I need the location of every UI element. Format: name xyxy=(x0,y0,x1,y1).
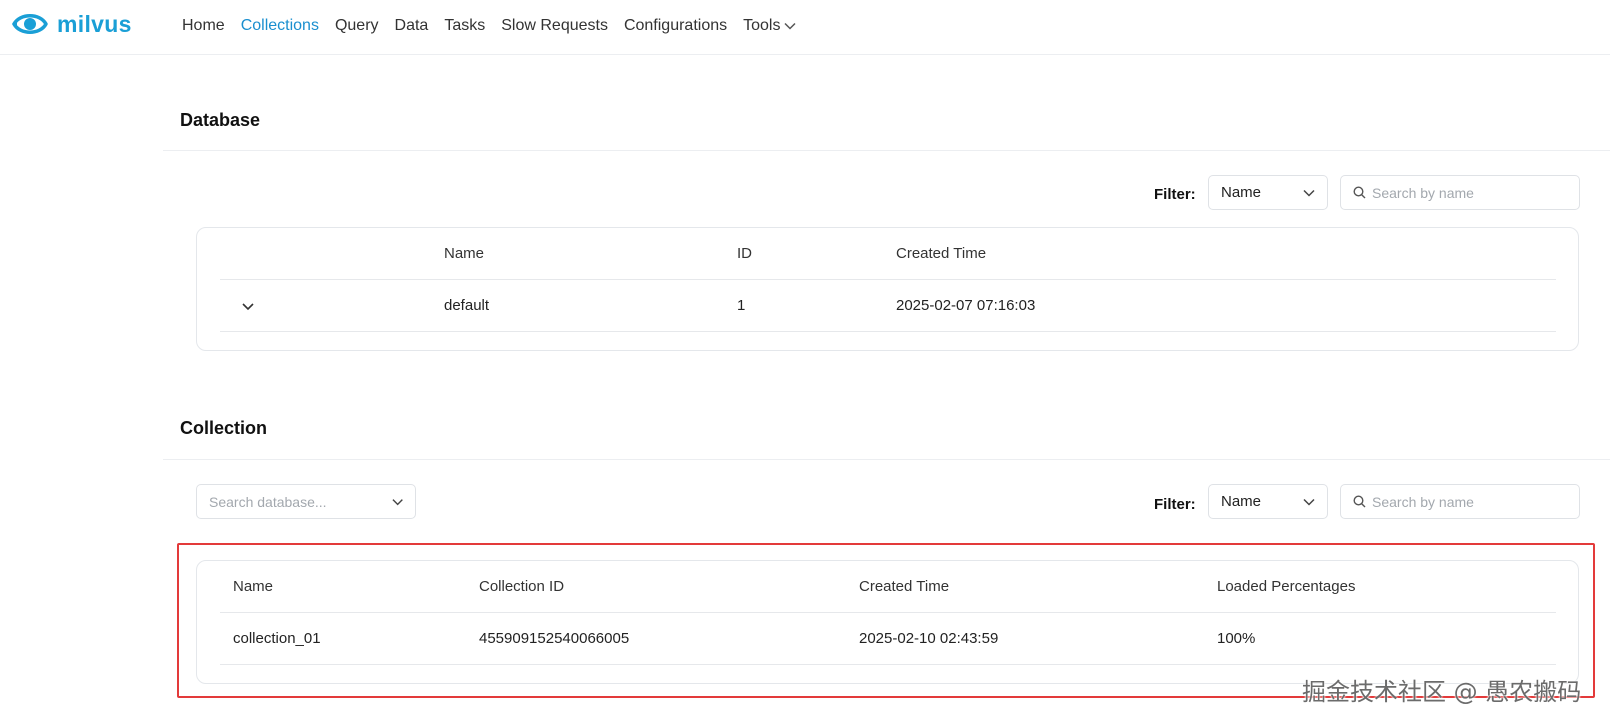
collection-table: Name Collection ID Created Time Loaded P… xyxy=(220,561,1556,665)
column-header-name: Name xyxy=(233,578,274,595)
chevron-down-icon[interactable] xyxy=(240,298,256,314)
collection-title: Collection xyxy=(180,418,268,438)
milvus-logo[interactable]: milvus xyxy=(11,7,132,41)
collection-search[interactable] xyxy=(1340,484,1580,519)
database-id: 1 xyxy=(737,297,746,314)
database-filter-value: Name xyxy=(1221,184,1262,201)
database-filter-label: Filter: xyxy=(1154,186,1196,203)
table-header-row: Name Collection ID Created Time Loaded P… xyxy=(220,561,1556,613)
collection-id: 455909152540066005 xyxy=(479,630,630,647)
collection-filter-value: Name xyxy=(1221,493,1262,510)
top-navigation: milvus Home Collections Query Data Tasks… xyxy=(0,0,1610,55)
database-filter-select[interactable]: Name xyxy=(1208,175,1328,210)
table-header-row: Name ID Created Time xyxy=(220,228,1556,280)
milvus-eye-icon xyxy=(12,14,48,34)
brand-name: milvus xyxy=(57,10,132,37)
chevron-down-icon xyxy=(784,22,797,30)
nav-slow-requests[interactable]: Slow Requests xyxy=(501,17,608,35)
database-created-time: 2025-02-07 07:16:03 xyxy=(896,297,1036,314)
chevron-down-icon xyxy=(1303,498,1315,506)
column-header-created-time: Created Time xyxy=(896,245,987,262)
collection-loaded-percentage: 100% xyxy=(1217,630,1256,647)
nav-tools-label: Tools xyxy=(743,17,781,34)
database-search[interactable] xyxy=(1340,175,1580,210)
nav-configurations[interactable]: Configurations xyxy=(624,17,727,35)
column-header-created-time: Created Time xyxy=(859,578,950,595)
collection-filter-label: Filter: xyxy=(1154,496,1196,513)
database-name: default xyxy=(444,297,490,314)
chevron-down-icon xyxy=(392,498,403,505)
column-header-loaded-percentages: Loaded Percentages xyxy=(1217,578,1356,595)
nav-home[interactable]: Home xyxy=(182,17,225,35)
table-row[interactable]: default 1 2025-02-07 07:16:03 xyxy=(220,280,1556,332)
watermark: 掘金技术社区 @ 愚农搬码 xyxy=(1302,678,1582,706)
collection-filter-select[interactable]: Name xyxy=(1208,484,1328,519)
nav-collections[interactable]: Collections xyxy=(241,17,319,35)
database-divider xyxy=(163,150,1610,151)
database-search-input[interactable] xyxy=(1372,184,1567,201)
chevron-down-icon xyxy=(1303,189,1315,197)
nav-data[interactable]: Data xyxy=(395,17,429,35)
database-select-input[interactable] xyxy=(209,493,392,510)
collection-name[interactable]: collection_01 xyxy=(233,613,321,665)
column-header-name: Name xyxy=(444,245,485,262)
nav-links: Home Collections Query Data Tasks Slow R… xyxy=(182,17,812,35)
nav-tasks[interactable]: Tasks xyxy=(444,17,485,35)
table-row[interactable]: collection_01 455909152540066005 2025-02… xyxy=(220,613,1556,665)
search-icon xyxy=(1353,186,1366,199)
collection-table-card: Name Collection ID Created Time Loaded P… xyxy=(196,560,1579,684)
nav-tools-dropdown[interactable]: Tools xyxy=(743,17,797,35)
collection-divider xyxy=(163,459,1610,460)
database-table: Name ID Created Time default 1 2025-02-0… xyxy=(220,228,1556,332)
search-icon xyxy=(1353,495,1366,508)
column-header-id: ID xyxy=(737,245,752,262)
column-header-collection-id: Collection ID xyxy=(479,578,565,595)
database-table-card: Name ID Created Time default 1 2025-02-0… xyxy=(196,227,1579,351)
nav-query[interactable]: Query xyxy=(335,17,379,35)
collection-created-time: 2025-02-10 02:43:59 xyxy=(859,630,999,647)
collection-search-input[interactable] xyxy=(1372,493,1567,510)
database-select[interactable] xyxy=(196,484,416,519)
database-title: Database xyxy=(180,110,261,130)
